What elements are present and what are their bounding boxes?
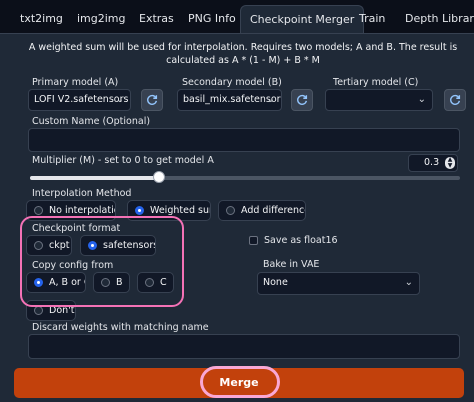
highlight-annotation (20, 216, 184, 307)
multiplier-slider-thumb[interactable] (153, 171, 165, 183)
chevron-down-icon: ⌄ (404, 277, 413, 288)
custom-name-label: Custom Name (Optional) (32, 116, 151, 127)
tab-extras[interactable]: Extras (139, 6, 174, 32)
radio-dot-icon (135, 206, 144, 215)
radio-dot-icon (34, 306, 43, 315)
multiplier-number-input[interactable]: 0.3 ▲ ▼ (408, 154, 458, 172)
bake-vae-value: None (263, 277, 288, 288)
multiplier-value: 0.3 (424, 157, 440, 168)
tertiary-model-label: Tertiary model (C) (333, 77, 419, 88)
radio-dot-icon (34, 206, 43, 215)
bake-vae-dropdown[interactable]: None ⌄ (257, 272, 420, 295)
radio-label: No interpolation (49, 205, 115, 216)
secondary-model-label: Secondary model (B) (182, 77, 282, 88)
tab-train[interactable]: Train (359, 6, 385, 32)
refresh-icon (147, 94, 158, 105)
radio-add-difference[interactable]: Add difference (218, 200, 306, 221)
primary-model-value: LOFI V2.safetensors (34, 94, 129, 105)
tab-bar: txt2img img2img Extras PNG Info Checkpoi… (0, 0, 474, 34)
tab-img2img[interactable]: img2img (77, 6, 126, 32)
custom-name-input[interactable] (28, 128, 460, 152)
refresh-secondary-button[interactable] (291, 89, 313, 111)
multiplier-slider-fill (30, 176, 159, 180)
merge-description: A weighted sum will be used for interpol… (28, 42, 458, 66)
refresh-icon (297, 94, 308, 105)
merge-highlight-annotation (200, 366, 280, 398)
tertiary-model-dropdown[interactable]: ⌄ (325, 89, 433, 111)
secondary-model-dropdown[interactable]: basil_mix.safetensors ⌄ (177, 89, 282, 111)
multiplier-slider-track[interactable] (30, 176, 460, 180)
refresh-primary-button[interactable] (141, 89, 163, 111)
tab-png-info[interactable]: PNG Info (188, 6, 236, 32)
refresh-icon (450, 94, 461, 105)
save-float16-checkbox[interactable] (249, 236, 258, 245)
chevron-down-icon: ⌄ (115, 94, 124, 105)
radio-label: Weighted sum (150, 205, 210, 216)
tab-checkpoint-merger[interactable]: Checkpoint Merger (240, 5, 365, 34)
bake-vae-label: Bake in VAE (263, 259, 320, 270)
tab-depth-library[interactable]: Depth Library (405, 6, 474, 32)
multiplier-label: Multiplier (M) - set to 0 to get model A (32, 155, 214, 166)
interpolation-method-label: Interpolation Method (32, 188, 132, 199)
primary-model-dropdown[interactable]: LOFI V2.safetensors ⌄ (28, 89, 131, 111)
discard-weights-input[interactable] (28, 334, 460, 359)
discard-weights-label: Discard weights with matching name (32, 322, 209, 333)
save-float16-label: Save as float16 (264, 235, 338, 246)
radio-label: Add difference (241, 205, 306, 216)
primary-model-label: Primary model (A) (32, 77, 119, 88)
spinner-icon[interactable]: ▲ ▼ (445, 157, 455, 169)
chevron-down-icon: ⌄ (417, 94, 426, 105)
radio-dot-icon (226, 206, 235, 215)
chevron-down-icon: ⌄ (266, 94, 275, 105)
tab-txt2img[interactable]: txt2img (20, 6, 63, 32)
refresh-tertiary-button[interactable] (444, 89, 466, 111)
